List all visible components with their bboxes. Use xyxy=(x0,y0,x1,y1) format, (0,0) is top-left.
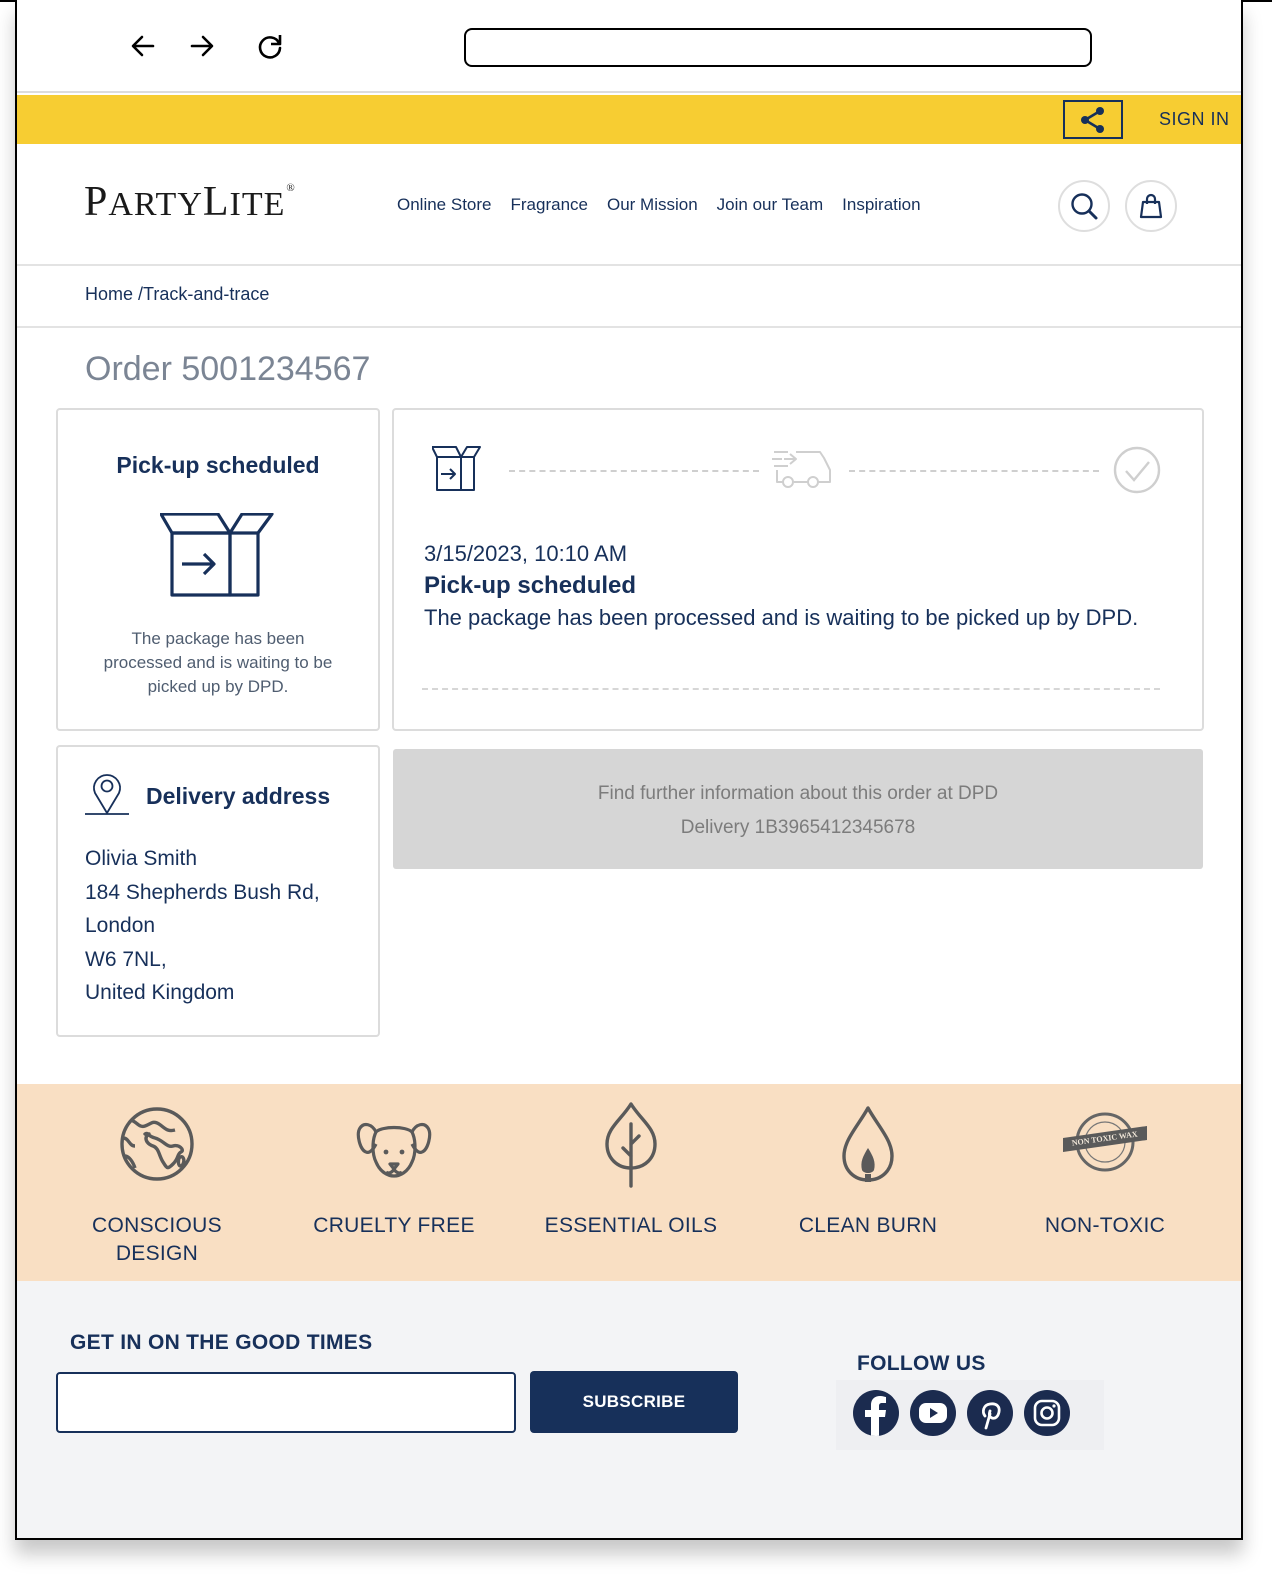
package-out-icon xyxy=(432,446,481,491)
cart-button[interactable] xyxy=(1125,180,1177,232)
nav-online-store[interactable]: Online Store xyxy=(397,195,492,215)
breadcrumb-home[interactable]: Home xyxy=(85,284,133,304)
reload-icon xyxy=(258,35,282,59)
status-title: Pick-up scheduled xyxy=(116,452,320,478)
instagram-link[interactable] xyxy=(1024,1390,1070,1436)
youtube-link[interactable] xyxy=(910,1390,956,1436)
shopping-bag-icon xyxy=(1139,193,1163,219)
nav-inspiration[interactable]: Inspiration xyxy=(842,195,920,215)
pinterest-icon xyxy=(982,1402,1001,1430)
timeline-event: 3/15/2023, 10:10 AM Pick-up scheduled Th… xyxy=(424,538,1164,634)
sign-in-link[interactable]: SIGN IN xyxy=(1159,109,1230,130)
address-line: W6 7NL, xyxy=(85,947,167,971)
address-line: Olivia Smith xyxy=(85,847,198,870)
value-label: ESSENTIAL OILS xyxy=(544,1214,718,1237)
subscribe-button[interactable]: SUBSCRIBE xyxy=(530,1371,738,1433)
share-button[interactable] xyxy=(1063,100,1123,139)
dpd-tracking-number: Delivery 1B3965412345678 xyxy=(680,817,916,838)
dpd-info-link[interactable]: Find further information about this orde… xyxy=(393,749,1203,869)
breadcrumb: Home /Track-and-trace xyxy=(85,284,269,305)
reload-button[interactable] xyxy=(252,28,288,64)
arrow-left-icon xyxy=(131,35,155,57)
flame-icon xyxy=(842,1106,894,1182)
order-title: Order 5001234567 xyxy=(85,350,371,388)
non-toxic-wax-badge-icon: NON TOXIC WAX xyxy=(1063,1112,1147,1172)
facebook-link[interactable] xyxy=(853,1390,899,1436)
timeline-connector xyxy=(509,470,759,472)
event-title: Pick-up scheduled xyxy=(424,572,637,599)
breadcrumb-current: Track-and-trace xyxy=(143,284,270,304)
youtube-icon xyxy=(919,1403,947,1423)
value-label: CRUELTY FREE xyxy=(313,1214,475,1237)
forward-button[interactable] xyxy=(184,28,220,64)
event-datetime: 3/15/2023, 10:10 AM xyxy=(424,541,628,566)
site-footer: GET IN ON THE GOOD TIMES SUBSCRIBE FOLLO… xyxy=(17,1281,1241,1538)
check-circle-icon xyxy=(1113,446,1161,494)
share-icon xyxy=(1081,106,1104,133)
value-label: CLEAN BURN xyxy=(798,1214,938,1237)
instagram-icon xyxy=(1033,1399,1061,1427)
browser-toolbar xyxy=(17,0,1241,93)
puppy-icon xyxy=(356,1122,432,1178)
utility-bar: SIGN IN xyxy=(17,95,1241,144)
location-pin-icon xyxy=(85,774,129,815)
back-button[interactable] xyxy=(125,28,161,64)
event-description: The package has been processed and is wa… xyxy=(424,605,1139,630)
logo-letter: P xyxy=(84,179,109,225)
delivery-address-card: Delivery address Olivia Smith 184 Shephe… xyxy=(56,745,380,1037)
address-line: United Kingdom xyxy=(85,981,235,1004)
delivery-truck-icon xyxy=(772,451,831,488)
value-label: CONSCIOUS DESIGN xyxy=(92,1214,222,1265)
newsletter-title: GET IN ON THE GOOD TIMES xyxy=(70,1331,373,1354)
address-bar[interactable] xyxy=(464,28,1092,67)
nav-fragrance[interactable]: Fragrance xyxy=(511,195,588,215)
follow-us-title: FOLLOW US xyxy=(857,1352,986,1375)
search-icon xyxy=(1071,193,1098,220)
dpd-info-text: Find further information about this orde… xyxy=(597,783,999,804)
pinterest-link[interactable] xyxy=(967,1390,1013,1436)
value-label: NON-TOXIC xyxy=(1044,1214,1166,1237)
facebook-icon xyxy=(865,1396,886,1436)
registered-mark: ® xyxy=(286,182,296,194)
tracking-timeline-card: 3/15/2023, 10:10 AM Pick-up scheduled Th… xyxy=(392,408,1204,731)
nav-our-mission[interactable]: Our Mission xyxy=(607,195,698,215)
partylite-logo[interactable]: PARTYLITE® xyxy=(84,178,296,226)
search-button[interactable] xyxy=(1058,180,1110,232)
address-line: 184 Shepherds Bush Rd, xyxy=(85,880,320,904)
browser-window: SIGN IN PARTYLITE® Online Store Fragranc… xyxy=(15,0,1243,1540)
address-line: London xyxy=(85,914,156,937)
logo-letters: ITE xyxy=(229,186,286,223)
leaf-icon xyxy=(605,1102,657,1188)
main-nav: Online Store Fragrance Our Mission Join … xyxy=(397,195,921,215)
address-lines: Olivia Smith 184 Shepherds Bush Rd, Lond… xyxy=(85,842,320,1010)
status-card: Pick-up scheduled The package has been p… xyxy=(56,408,380,731)
newsletter-email-input[interactable] xyxy=(56,1372,516,1433)
arrow-right-icon xyxy=(190,35,214,57)
package-out-icon xyxy=(160,513,274,597)
divider xyxy=(17,326,1241,328)
event-separator xyxy=(422,688,1160,690)
logo-letter: L xyxy=(202,179,230,225)
logo-letters: ARTY xyxy=(108,186,203,223)
status-description: The package has been processed and is wa… xyxy=(103,629,333,696)
timeline-connector xyxy=(849,470,1099,472)
globe-icon xyxy=(120,1107,194,1181)
site-header: PARTYLITE® Online Store Fragrance Our Mi… xyxy=(17,144,1241,266)
nav-join-our-team[interactable]: Join our Team xyxy=(717,195,823,215)
address-title: Delivery address xyxy=(146,783,331,809)
brand-values-strip: CONSCIOUS DESIGN CRUELTY FREE ESSENTIAL … xyxy=(17,1084,1241,1281)
